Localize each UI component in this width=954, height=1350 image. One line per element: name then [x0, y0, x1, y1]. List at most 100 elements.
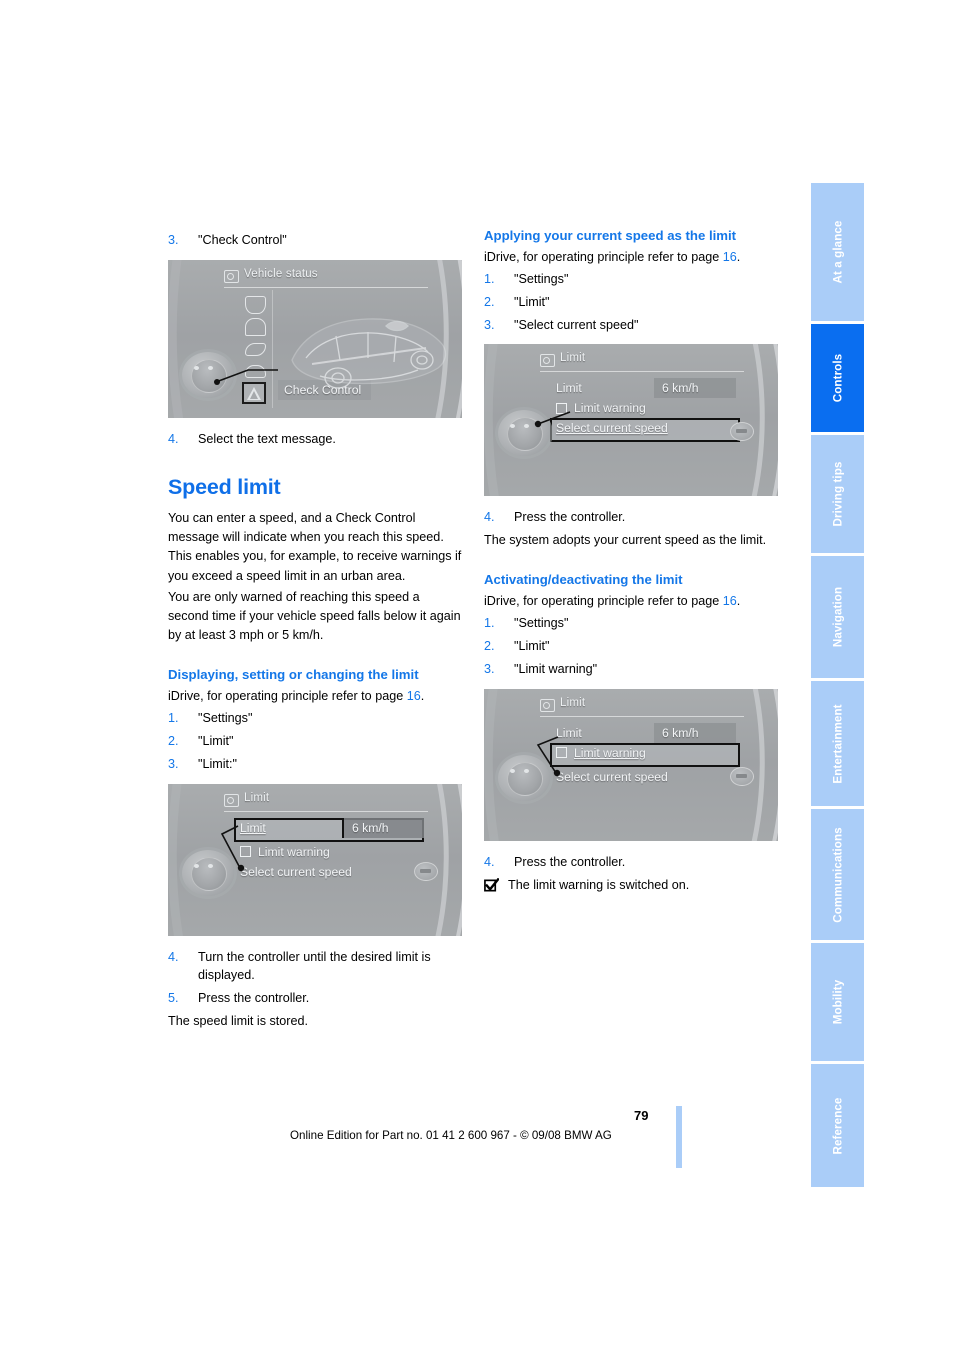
idrive-reference-line: iDrive, for operating principle refer to…: [168, 687, 462, 706]
tab-driving-tips[interactable]: Driving tips: [811, 435, 864, 553]
menu-row-select-current-speed[interactable]: Select current speed: [550, 418, 740, 443]
list-item: 3. "Limit warning": [484, 660, 778, 679]
chapter-tab-strip: At a glance Controls Driving tips Naviga…: [811, 183, 864, 1190]
list-item: 3. "Limit:": [168, 755, 462, 774]
list-item: 4. Turn the controller until the desired…: [168, 948, 462, 986]
figure-titlebar: Limit: [224, 792, 428, 812]
section-heading-displaying-limit: Displaying, setting or changing the limi…: [168, 667, 419, 683]
idrive-reference-text: iDrive, for operating principle refer to…: [484, 249, 723, 264]
vehicle-status-icon: [224, 269, 239, 283]
brake-warning-icon: [242, 294, 268, 315]
menu-row-label: Limit: [556, 381, 582, 396]
applying-current-speed-step-after: 4. Press the controller.: [484, 508, 778, 527]
list-item: 4. Select the text message.: [168, 430, 462, 449]
step-number: 1.: [484, 616, 495, 631]
idrive-controller-knob: [182, 849, 234, 896]
step-number: 1.: [484, 271, 495, 286]
tyre-pressure-icon: [242, 316, 268, 337]
checkbox-checked-icon: [484, 877, 499, 892]
menu-row-label: Limit: [240, 820, 266, 835]
menu-row-limit-warning[interactable]: Limit warning: [238, 842, 422, 862]
menu-row-label: Select current speed: [556, 421, 668, 436]
tab-reference[interactable]: Reference: [811, 1064, 864, 1187]
tab-entertainment[interactable]: Entertainment: [811, 681, 864, 806]
exit-button-icon[interactable]: [730, 766, 754, 786]
manual-page: 3. "Check Control" Vehicle status Check …: [0, 0, 954, 1350]
menu-row-label: Limit: [556, 725, 582, 740]
tab-controls[interactable]: Controls: [811, 324, 864, 432]
menu-row-value: 6 km/h: [654, 378, 736, 399]
list-item: 1. "Settings": [484, 270, 778, 289]
list-item: 3. "Select current speed": [484, 316, 778, 335]
figure-title: Limit: [244, 791, 270, 804]
menu-row-limit-warning[interactable]: Limit warning: [554, 398, 738, 418]
exit-button-icon[interactable]: [414, 861, 438, 881]
menu-row-limit[interactable]: Limit 6 km/h: [554, 722, 738, 743]
activating-limit-steps: 1. "Settings" 2. "Limit" 3. "Limit warni…: [484, 614, 778, 679]
figure-titlebar: Limit: [540, 697, 744, 717]
step-text: Press the controller.: [514, 854, 626, 869]
menu-row-label: Select current speed: [240, 864, 352, 879]
step-text: "Settings": [514, 271, 569, 286]
step-number: 5.: [168, 991, 179, 1006]
tab-label: Navigation: [831, 586, 844, 648]
menu-row-label: Limit warning: [258, 844, 330, 859]
list-item: 1. "Settings": [168, 709, 462, 728]
idrive-reference-period: .: [736, 594, 741, 609]
exit-button-icon[interactable]: [730, 422, 754, 442]
figure-vehicle-status: Vehicle status Check Control: [168, 259, 462, 418]
step-number: 3.: [484, 317, 495, 332]
tab-at-a-glance[interactable]: At a glance: [811, 183, 864, 321]
figure-limit-menu-select-speed-selected: Limit Limit 6 km/h Limit warning Select …: [484, 344, 778, 497]
intro-paragraph-1: You can enter a speed, and a Check Contr…: [168, 511, 462, 583]
figure-titlebar: Limit: [540, 352, 744, 373]
page-link[interactable]: 16: [407, 689, 421, 703]
checkbox-icon: [556, 747, 567, 759]
figure-menu-rows: Limit 6 km/h Limit warning Select curren…: [234, 817, 424, 882]
menu-row-limit[interactable]: Limit 6 km/h: [234, 817, 424, 842]
left-top-step-list: 3. "Check Control": [168, 231, 462, 250]
vehicle-icon: [242, 360, 268, 381]
result-text: The system adopts your current speed as …: [484, 533, 767, 548]
step-text: "Limit": [514, 294, 550, 309]
step-text: "Limit": [514, 639, 550, 654]
page-title: Speed limit: [168, 474, 281, 499]
idrive-controller-knob: [498, 754, 550, 801]
warning-triangle-icon: [242, 381, 266, 404]
page-link[interactable]: 16: [723, 594, 737, 608]
displaying-limit-steps-after: 4. Turn the controller until the desired…: [168, 948, 462, 1009]
page-link[interactable]: 16: [723, 250, 737, 264]
figure-menu-rows: Limit 6 km/h Limit warning Select curren…: [550, 722, 740, 787]
menu-row-select-current-speed[interactable]: Select current speed: [554, 767, 738, 787]
idrive-reference-line: iDrive, for operating principle refer to…: [484, 248, 778, 267]
tab-mobility[interactable]: Mobility: [811, 943, 864, 1061]
vehicle-illustration: [291, 318, 447, 389]
menu-row-label: Select current speed: [556, 769, 668, 784]
idrive-controller-knob: [182, 351, 234, 398]
step-number: 3.: [484, 662, 495, 677]
tab-label: Controls: [831, 353, 844, 403]
checkbox-icon: [556, 402, 567, 414]
tab-navigation[interactable]: Navigation: [811, 556, 864, 678]
step-text: "Check Control": [198, 233, 287, 247]
tab-label: Driving tips: [831, 461, 844, 527]
note-text: The limit warning is switched on.: [508, 877, 690, 892]
list-item: 4. Press the controller.: [484, 853, 778, 872]
left-column: 3. "Check Control" Vehicle status Check …: [168, 228, 462, 1033]
step-text: "Limit:": [198, 756, 238, 771]
menu-row-limit[interactable]: Limit 6 km/h: [554, 378, 738, 399]
figure-limit-menu-limit-selected: Limit Limit 6 km/h Limit warning Select …: [168, 783, 462, 936]
oil-level-icon: [242, 338, 268, 359]
list-item: 4. Press the controller.: [484, 508, 778, 527]
step-number: 4.: [168, 949, 179, 964]
menu-row-limit-warning[interactable]: Limit warning: [550, 742, 740, 767]
divider: [272, 289, 273, 408]
tab-communications[interactable]: Communications: [811, 809, 864, 940]
intro-paragraph-2: You are only warned of reaching this spe…: [168, 589, 461, 642]
menu-row-select-current-speed[interactable]: Select current speed: [238, 862, 422, 882]
list-item: 2. "Limit": [484, 293, 778, 312]
step-text: "Limit": [198, 733, 234, 748]
step-number: 3.: [168, 756, 179, 771]
page-number-rule: [676, 1106, 682, 1168]
figure-title: Vehicle status: [244, 267, 318, 280]
